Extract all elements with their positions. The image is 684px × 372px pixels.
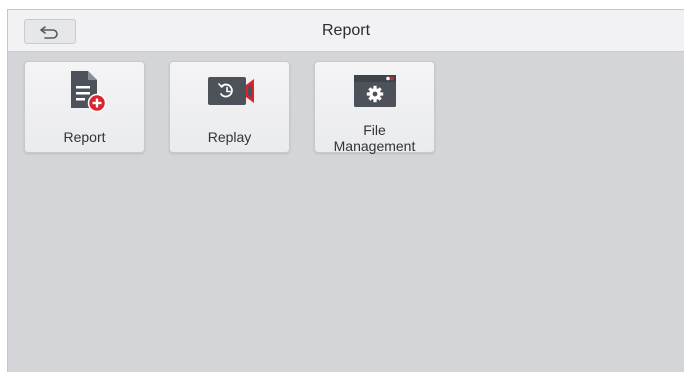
report-screen: Report Report Replay File Management [7,9,684,372]
replay-video-icon [170,70,289,112]
folder-settings-icon [315,70,434,112]
file-management-tile[interactable]: File Management [314,61,435,154]
report-add-icon [25,70,144,113]
report-tile-label: Report [63,129,106,145]
replay-tile[interactable]: Replay [169,61,290,153]
report-tile[interactable]: Report [24,61,145,153]
top-bar: Report [8,10,684,52]
file-management-label-line2: Management [333,138,416,154]
replay-tile-label: Replay [207,129,252,145]
file-management-tile-label: File Management [315,122,434,154]
page-title: Report [321,22,371,39]
file-management-label-line1: File [363,122,386,138]
